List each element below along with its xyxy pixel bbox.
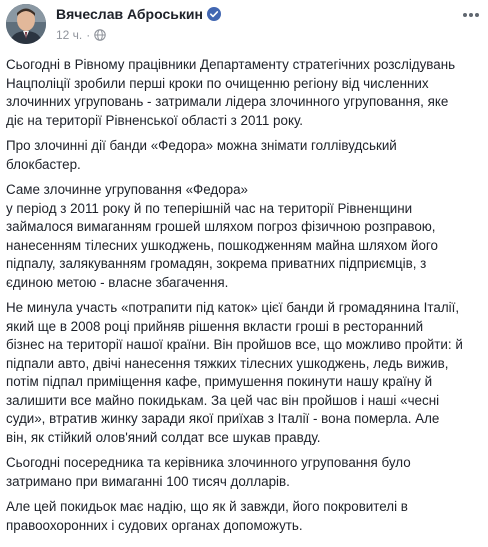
meta-separator: · <box>86 28 91 42</box>
facebook-post: Вячеслав Аброськин 12 ч. · Сьогодні в Рі… <box>0 0 488 547</box>
more-options-icon[interactable] <box>460 8 482 22</box>
post-body: Сьогодні в Рівному працівники Департамен… <box>6 56 480 542</box>
post-paragraph: Не минула участь «потрапити під каток» ц… <box>6 300 463 445</box>
author-name[interactable]: Вячеслав Аброськин <box>56 6 221 22</box>
post-paragraph: Про злочинні дії банди «Федора» можна зн… <box>6 138 397 172</box>
post-timestamp[interactable]: 12 ч. <box>56 28 82 42</box>
author-name-text[interactable]: Вячеслав Аброськин <box>56 6 203 22</box>
post-meta: 12 ч. · <box>56 28 107 42</box>
avatar[interactable] <box>6 4 46 44</box>
verified-badge-icon <box>206 7 221 21</box>
post-paragraph: Саме злочинне угруповання «Федора» у пер… <box>6 182 438 290</box>
globe-icon[interactable] <box>94 29 107 41</box>
post-paragraph: Сьогодні посередника та керівника злочин… <box>6 455 411 489</box>
post-header: Вячеслав Аброськин 12 ч. · <box>6 4 482 52</box>
avatar-portrait <box>6 4 46 44</box>
post-paragraph: Але цей покидьок має надію, що як й завж… <box>6 499 408 533</box>
post-paragraph: Сьогодні в Рівному працівники Департамен… <box>6 57 456 128</box>
